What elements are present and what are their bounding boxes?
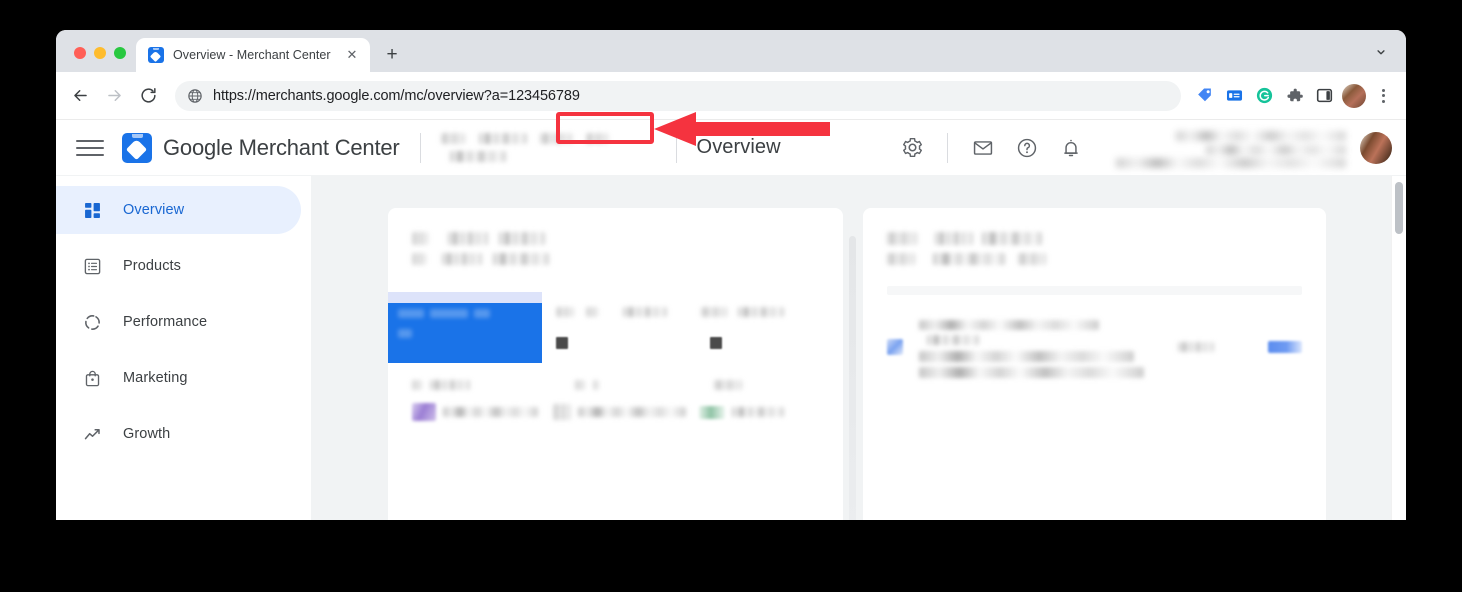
table-row[interactable] [412,403,553,421]
page-scrollbar[interactable] [1391,176,1406,520]
sidebar-item-label: Overview [123,202,185,218]
section-divider [887,286,1302,295]
right-card-title-redacted [887,230,1302,266]
notifications-bell-icon[interactable] [1052,129,1090,167]
mail-icon[interactable] [964,129,1002,167]
selected-segment[interactable] [388,303,542,363]
task-row[interactable] [887,317,1302,378]
grammarly-extension-icon[interactable] [1250,82,1278,110]
back-arrow-icon[interactable] [64,80,96,112]
header-divider-3 [947,132,948,163]
table-row[interactable] [553,403,699,421]
left-card-rows [412,403,812,421]
account-tasks-card [863,208,1326,520]
status-badge [699,405,726,419]
sidebar-item-overview[interactable]: Overview [56,186,301,234]
minimize-window-button[interactable] [94,47,106,59]
segment-tab-indicator [388,292,542,303]
brand-product: Merchant Center [238,134,400,160]
tab-strip: Overview - Merchant Center ✕ + [56,30,1406,72]
globe-icon [187,88,203,104]
sidebar-item-marketing[interactable]: Marketing [56,354,301,402]
header-divider-1 [419,132,421,163]
table-row[interactable] [699,403,812,421]
extension-icons [1190,82,1396,110]
trending-up-icon [82,424,103,445]
sidebar-item-label: Growth [123,426,171,442]
inner-scrollbar[interactable] [849,236,856,520]
left-card-sublabels-redacted [412,376,812,394]
new-tab-button[interactable]: + [378,41,406,69]
extensions-puzzle-icon[interactable] [1280,82,1308,110]
main-content [312,176,1406,520]
close-window-button[interactable] [74,47,86,59]
task-meta-redacted [1178,339,1252,355]
page-body: Overview Products Performance Marketing … [56,176,1406,520]
side-panel-icon[interactable] [1310,82,1338,110]
merchant-center-favicon [148,47,164,63]
list-box-icon [82,256,103,277]
profile-avatar[interactable] [1342,83,1366,108]
app-header-actions [893,127,1392,169]
brand-title: Google Merchant Center [163,135,400,161]
sidebar-item-label: Marketing [123,370,188,386]
tag-extension-icon[interactable] [1190,82,1218,110]
settings-gear-icon[interactable] [893,129,931,167]
sidebar-item-label: Performance [123,314,208,330]
card-scroll-gap [843,208,863,520]
status-badge [412,403,436,421]
shopping-bag-icon [82,368,103,389]
url-text: https://merchants.google.com/mc/overview… [213,88,580,104]
overview-summary-card [388,208,843,520]
dashed-circle-icon [82,312,103,333]
maximize-window-button[interactable] [114,47,126,59]
sidebar-item-growth[interactable]: Growth [56,410,301,458]
url-full: https://merchants.google.com/mc/overview… [213,87,580,104]
web-page: Google Merchant Center Overview Overview… [56,120,1406,520]
google-merchant-center-logo [122,132,152,163]
card-extension-icon[interactable] [1220,82,1248,110]
task-text-redacted [919,317,1162,378]
brand-google: Google [163,134,233,160]
forward-arrow-icon[interactable] [98,80,130,112]
tab-title: Overview - Merchant Center [173,48,331,62]
browser-window: Overview - Merchant Center ✕ + https://m… [56,30,1406,520]
window-traffic-lights [56,47,136,72]
task-action-link[interactable] [1268,341,1302,354]
left-card-title-redacted [412,230,819,266]
help-icon[interactable] [1008,129,1046,167]
hamburger-menu-icon[interactable] [76,134,104,162]
dashboard-icon [82,200,103,221]
user-avatar[interactable] [1360,131,1392,164]
red-pointer-arrow [654,112,830,146]
address-bar[interactable]: https://merchants.google.com/mc/overview… [175,80,1181,111]
chevron-down-icon[interactable] [1368,39,1394,65]
account-info-redacted [1096,127,1346,169]
reload-icon[interactable] [132,80,164,112]
sidebar-nav: Overview Products Performance Marketing … [56,176,312,520]
sidebar-item-label: Products [123,258,182,274]
sidebar-item-products[interactable]: Products [56,242,301,290]
three-dot-menu-icon[interactable] [1370,82,1396,110]
sidebar-item-performance[interactable]: Performance [56,298,301,346]
browser-tab[interactable]: Overview - Merchant Center ✕ [136,38,370,72]
left-card-columns-redacted [556,303,826,354]
close-tab-button[interactable]: ✕ [343,46,361,64]
task-status-icon [887,339,903,356]
account-name-redacted [440,130,656,166]
scrollbar-thumb[interactable] [1395,182,1403,234]
